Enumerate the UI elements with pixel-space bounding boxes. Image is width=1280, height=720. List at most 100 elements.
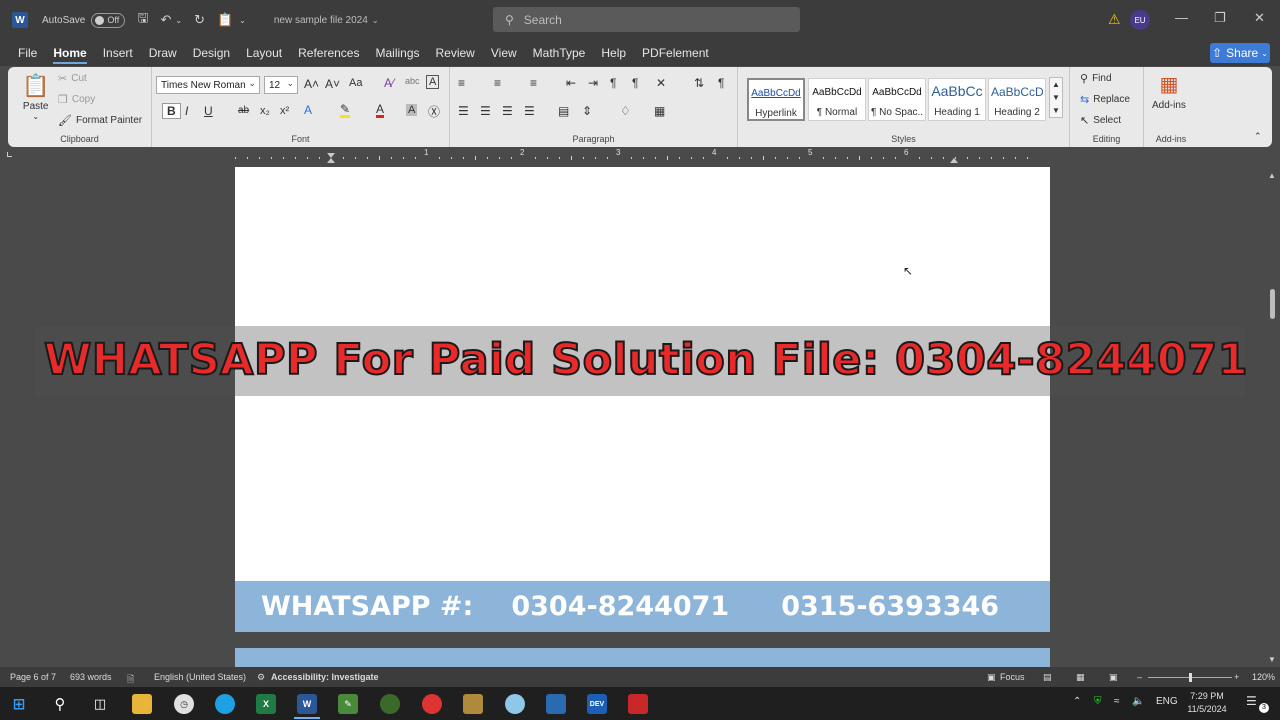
style-heading-1[interactable]: AaBbCc Heading 1 <box>928 78 986 121</box>
print-layout-icon[interactable]: ▦ <box>1076 672 1085 683</box>
save-icon[interactable]: 🖫 <box>137 9 148 31</box>
text-effects-icon[interactable]: A <box>304 103 312 117</box>
scrollbar-thumb[interactable] <box>1270 289 1275 319</box>
justify-icon[interactable]: ☰ <box>524 104 535 118</box>
scroll-up-icon[interactable]: ▲ <box>1268 171 1276 180</box>
tab-mathtype[interactable]: MathType <box>525 40 594 66</box>
superscript-button[interactable]: x² <box>280 105 289 117</box>
character-border-icon[interactable]: A <box>426 75 440 89</box>
strikethrough-button[interactable]: ab <box>238 105 249 116</box>
tray-chevron-icon[interactable]: ⌃ <box>1073 696 1081 707</box>
wifi-icon[interactable]: ≈ <box>1114 696 1120 707</box>
tab-review[interactable]: Review <box>428 40 483 66</box>
app-badge-icon[interactable]: ◷ <box>174 694 194 714</box>
web-layout-icon[interactable]: ▣ <box>1109 672 1118 683</box>
style-no-spacing[interactable]: AaBbCcDd ¶ No Spac... <box>868 78 926 121</box>
style-hyperlink[interactable]: AaBbCcDd Hyperlink <box>747 78 805 121</box>
excel-icon[interactable]: X <box>256 694 276 714</box>
document-app-icon[interactable]: ✎ <box>338 694 358 714</box>
bold-button[interactable]: B <box>162 103 181 119</box>
task-view-icon[interactable]: ◫ <box>90 694 110 714</box>
edge-icon[interactable] <box>215 694 235 714</box>
close-icon[interactable]: ✕ <box>1254 10 1265 26</box>
search-input[interactable]: ⚲ Search <box>493 7 800 32</box>
grow-font-button[interactable]: A˄ <box>304 77 319 91</box>
quick-access-dropdown-icon[interactable]: ⌄ <box>239 16 246 25</box>
vertical-scrollbar[interactable]: ▲ ▼ <box>1265 167 1280 667</box>
minimize-icon[interactable]: — <box>1175 10 1188 25</box>
clipboard-icon[interactable]: 📋 <box>217 12 233 28</box>
chrome-icon[interactable] <box>422 694 442 714</box>
avatar[interactable]: EU <box>1130 10 1150 30</box>
line-spacing-icon[interactable]: ⇕ <box>582 104 592 118</box>
tab-view[interactable]: View <box>483 40 525 66</box>
file-explorer-icon[interactable] <box>132 694 152 714</box>
decrease-indent-icon[interactable]: ⇤ <box>566 76 576 90</box>
format-painter-button[interactable]: 🖌 Format Painter <box>58 114 142 127</box>
collapse-ribbon-icon[interactable]: ⌃ <box>1254 131 1262 142</box>
phonetic-guide-icon[interactable]: abc <box>405 76 420 86</box>
restore-icon[interactable]: ❐ <box>1214 10 1226 26</box>
focus-button[interactable]: Focus <box>1000 672 1025 682</box>
chevron-down-icon[interactable]: ⌄ <box>372 16 379 25</box>
style-normal[interactable]: AaBbCcDd ¶ Normal <box>808 78 866 121</box>
tab-draw[interactable]: Draw <box>141 40 185 66</box>
recorder-app-icon[interactable] <box>628 694 648 714</box>
font-size-select[interactable]: 12 <box>264 76 298 94</box>
tab-references[interactable]: References <box>290 40 367 66</box>
windows-start-icon[interactable]: ⊞ <box>9 694 29 714</box>
zoom-slider-handle[interactable] <box>1189 673 1192 682</box>
word-count[interactable]: 693 words <box>70 672 112 682</box>
borders-icon[interactable]: ▦ <box>654 104 665 118</box>
increase-indent-icon[interactable]: ⇥ <box>588 76 598 90</box>
paste-button[interactable]: 📋 Paste ⌄ <box>22 73 49 121</box>
autosave-toggle[interactable]: Off <box>91 12 126 28</box>
page-count[interactable]: Page 6 of 7 <box>10 672 56 682</box>
zoom-out-icon[interactable]: – <box>1137 672 1142 682</box>
ltr-icon[interactable]: ¶ <box>610 76 616 90</box>
security-icon[interactable]: ⛨ <box>1094 696 1102 707</box>
tab-mailings[interactable]: Mailings <box>367 40 427 66</box>
bullets-icon[interactable]: ≡ <box>458 76 465 90</box>
scroll-down-icon[interactable]: ▼ <box>1268 655 1276 664</box>
tab-layout[interactable]: Layout <box>238 40 290 66</box>
input-language[interactable]: ENG <box>1156 696 1178 707</box>
tab-insert[interactable]: Insert <box>95 40 141 66</box>
cut-button[interactable]: ✂ Cut <box>58 72 87 85</box>
clock[interactable]: 7:29 PM 11/5/2024 <box>1183 690 1231 716</box>
search-icon[interactable]: ⚲ <box>50 694 70 714</box>
rtl-icon[interactable]: ¶ <box>632 76 638 90</box>
app-icon[interactable] <box>505 694 525 714</box>
italic-button[interactable]: I <box>185 104 188 118</box>
copy-button[interactable]: ❐ Copy <box>58 93 95 106</box>
redo-icon[interactable]: ↻ <box>194 12 205 28</box>
document-title[interactable]: new sample file 2024 <box>274 15 368 26</box>
dev-app-icon[interactable]: DEV <box>587 694 607 714</box>
numbering-icon[interactable]: ≡ <box>494 76 501 90</box>
align-right-icon[interactable]: ☰ <box>502 104 513 118</box>
asian-layout-icon[interactable]: ✕ <box>656 76 666 90</box>
highlight-icon[interactable]: ✎ <box>340 103 351 118</box>
align-left-icon[interactable]: ☰ <box>458 104 469 118</box>
sort-icon[interactable]: ⇅ <box>694 76 704 90</box>
shrink-font-button[interactable]: A˅ <box>325 77 340 91</box>
find-button[interactable]: ⚲ Find <box>1080 72 1112 85</box>
tab-home[interactable]: Home <box>45 40 94 66</box>
tab-design[interactable]: Design <box>185 40 238 66</box>
font-family-select[interactable]: Times New Roman <box>156 76 260 94</box>
select-button[interactable]: ↖ Select <box>1080 114 1121 127</box>
proofing-icon[interactable]: 🗎 <box>127 672 134 688</box>
character-shading-icon[interactable]: A <box>406 104 418 116</box>
app-icon[interactable] <box>463 694 483 714</box>
undo-dropdown-icon[interactable]: ⌄ <box>175 16 182 25</box>
share-button[interactable]: ⇧ Share ⌄ <box>1210 43 1270 63</box>
clear-formatting-icon[interactable]: A⁄ <box>384 76 394 90</box>
tab-file[interactable]: File <box>10 40 45 66</box>
add-ins-button[interactable]: ▦ Add-ins <box>1152 72 1186 111</box>
replace-button[interactable]: ⇆ Replace <box>1080 93 1130 106</box>
language-status[interactable]: English (United States) <box>154 672 246 682</box>
enclose-characters-icon[interactable]: Ⓧ <box>428 103 440 120</box>
zoom-in-icon[interactable]: + <box>1234 672 1239 682</box>
document-page[interactable] <box>235 167 1050 632</box>
volume-icon[interactable]: 🔈 <box>1132 696 1144 707</box>
